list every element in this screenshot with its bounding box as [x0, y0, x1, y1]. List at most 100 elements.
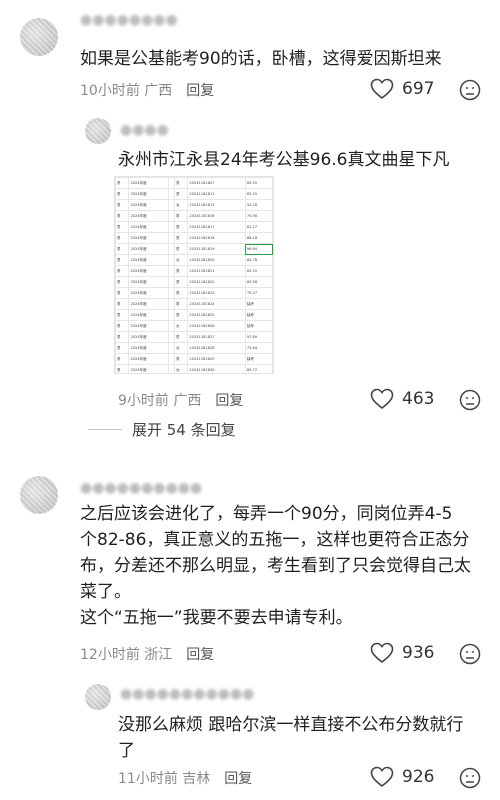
sheet-row: 男 2024年度男 20241181827 97.89 [115, 331, 273, 343]
comment-location: 浙江 [144, 647, 173, 663]
sheet-cell: 男 [173, 309, 189, 321]
sheet-row: 男 2024年度男 20241181819 96.64 [115, 243, 273, 255]
username-blurred[interactable]: ●●●●●●●● [80, 12, 178, 28]
sheet-row: 男 2024年度女 20241181820 84.78 [115, 254, 273, 266]
sheet-cell: 2024年度 [128, 254, 169, 266]
sheet-cell: 男 [115, 243, 130, 255]
sheet-cell: 20241181820 [187, 254, 246, 266]
sheet-cell: 20241181815 [187, 199, 246, 211]
sheet-cell: 20241181826 [187, 320, 246, 332]
sheet-cell: 男 [173, 353, 189, 365]
sheet-cell: 男 [115, 254, 130, 266]
sheet-cell: 20241181830 [187, 364, 246, 373]
sheet-cell: 男 [173, 232, 189, 244]
dislike-icon[interactable] [459, 79, 481, 101]
like-button[interactable]: 697 [370, 78, 434, 100]
comment-meta: 9小时前 广西 回复 [118, 390, 243, 410]
sheet-row: 男 2024年度女 20241181830 85.72 [115, 364, 273, 373]
sheet-cell: 2024年度 [128, 320, 169, 332]
sheet-cell: 男 [115, 265, 130, 277]
avatar[interactable] [85, 118, 111, 144]
comment-line: 这个“五拖一”我要不要去申请专利。 [80, 608, 353, 628]
sheet-row: 男 2024年度男 20241181823 70.27 [115, 287, 273, 299]
sheet-cell: 女 [173, 364, 189, 373]
comment-text: 如果是公基能考90的话，卧槽，这得爱因斯坦来 [80, 49, 442, 69]
avatar[interactable] [20, 18, 58, 56]
comment-meta: 10小时前 广西 回复 [80, 80, 214, 100]
sheet-cell: 20241181818 [187, 232, 246, 244]
sheet-cell: 85.55 [244, 265, 273, 277]
dislike-icon[interactable] [459, 389, 481, 411]
sheet-cell: 88.18 [244, 232, 273, 244]
sheet-cell: 男 [173, 287, 189, 299]
sheet-cell: 男 [115, 276, 130, 288]
sheet-cell: 男 [173, 177, 189, 189]
dislike-icon[interactable] [459, 767, 481, 789]
sheet-row: 男 2024年度男 20241181817 81.27 [115, 221, 273, 233]
username-blurred[interactable]: ●●●●●●●●●● [80, 480, 202, 496]
sheet-cell: 65.55 [244, 188, 273, 200]
username-blurred[interactable]: ●●●●●●●●●●● [120, 686, 254, 702]
sheet-cell: 2024年度 [128, 199, 169, 211]
sheet-cell: 男 [115, 364, 130, 373]
sheet-cell: 2024年度 [128, 221, 169, 233]
comment-meta: 11小时前 吉林 回复 [118, 768, 252, 788]
sheet-cell: 54.18 [244, 199, 273, 211]
sheet-row: 男 2024年度男 20241181807 85.95 [115, 177, 273, 189]
comment-location: 广西 [144, 83, 173, 99]
expand-replies-label: 展开 54 条回复 [132, 421, 236, 439]
comment-line: 个82-86，真正意义的五拖一，这样也更符合正态分 [80, 530, 470, 550]
sheet-cell: 2024年度 [128, 353, 169, 365]
comment-text: 之后应该会进化了，每弄一个90分，同岗位弄4-5 个82-86，真正意义的五拖一… [80, 501, 480, 631]
sheet-row: 男 2024年度男 20241181821 85.55 [115, 265, 273, 277]
sheet-cell: 女 [173, 254, 189, 266]
sheet-cell: 男 [115, 331, 130, 343]
divider-line [88, 429, 122, 430]
comment-time: 10小时前 [80, 83, 140, 99]
comment-text: 永州市江永县24年考公基96.6真文曲星下凡 [118, 150, 450, 170]
sheet-cell: 20241181824 [187, 298, 246, 310]
avatar[interactable] [85, 684, 111, 710]
sheet-cell: 男 [115, 199, 130, 211]
comment-text: 没那么麻烦 跟哈尔滨一样直接不公布分数就行 了 [118, 712, 488, 764]
sheet-cell: 男 [173, 265, 189, 277]
spreadsheet-image[interactable]: 男 2024年度男 20241181807 85.95 男 2024年度男 20241181… [114, 176, 274, 374]
sheet-cell: 男 [115, 320, 130, 332]
sheet-cell: 70.27 [244, 287, 273, 299]
sheet-cell: 73.64 [244, 342, 273, 354]
reply-button[interactable]: 回复 [186, 644, 214, 664]
sheet-row: 男 2024年度男 20241181829 缺考 [115, 353, 273, 365]
sheet-cell: 2024年度 [128, 232, 169, 244]
avatar[interactable] [20, 476, 58, 514]
sheet-cell: 女 [173, 342, 189, 354]
reply-button[interactable]: 回复 [215, 390, 243, 410]
like-button[interactable]: 926 [370, 766, 434, 788]
sheet-cell: 20241181817 [187, 221, 246, 233]
sheet-cell: 女 [173, 320, 189, 332]
comment-location: 广西 [173, 393, 202, 409]
sheet-cell: 2024年度 [128, 342, 169, 354]
reply-button[interactable]: 回复 [224, 768, 252, 788]
sheet-cell: 男 [115, 309, 130, 321]
sheet-cell: 20241181821 [187, 265, 246, 277]
sheet-cell: 男 [115, 188, 130, 200]
sheet-cell: 20241181828 [187, 342, 246, 354]
expand-replies-button[interactable]: 展开 54 条回复 [88, 419, 236, 440]
sheet-cell: 75.98 [244, 210, 273, 222]
dislike-icon[interactable] [459, 643, 481, 665]
heart-icon [370, 388, 394, 410]
sheet-cell: 2024年度 [128, 364, 169, 373]
sheet-cell: 20241181829 [187, 353, 246, 365]
sheet-cell: 20241181819 [187, 243, 246, 255]
reply-button[interactable]: 回复 [186, 80, 214, 100]
comment-location: 吉林 [182, 771, 211, 787]
like-button[interactable]: 936 [370, 642, 434, 664]
like-count: 697 [402, 79, 435, 99]
like-count: 936 [402, 643, 435, 663]
heart-icon [370, 642, 394, 664]
sheet-cell: 2024年度 [128, 298, 169, 310]
username-blurred[interactable]: ●●●● [120, 122, 169, 138]
like-button[interactable]: 463 [370, 388, 434, 410]
comment-line: 没那么麻烦 跟哈尔滨一样直接不公布分数就行 [118, 715, 464, 735]
sheet-cell: 20241181807 [187, 177, 246, 189]
